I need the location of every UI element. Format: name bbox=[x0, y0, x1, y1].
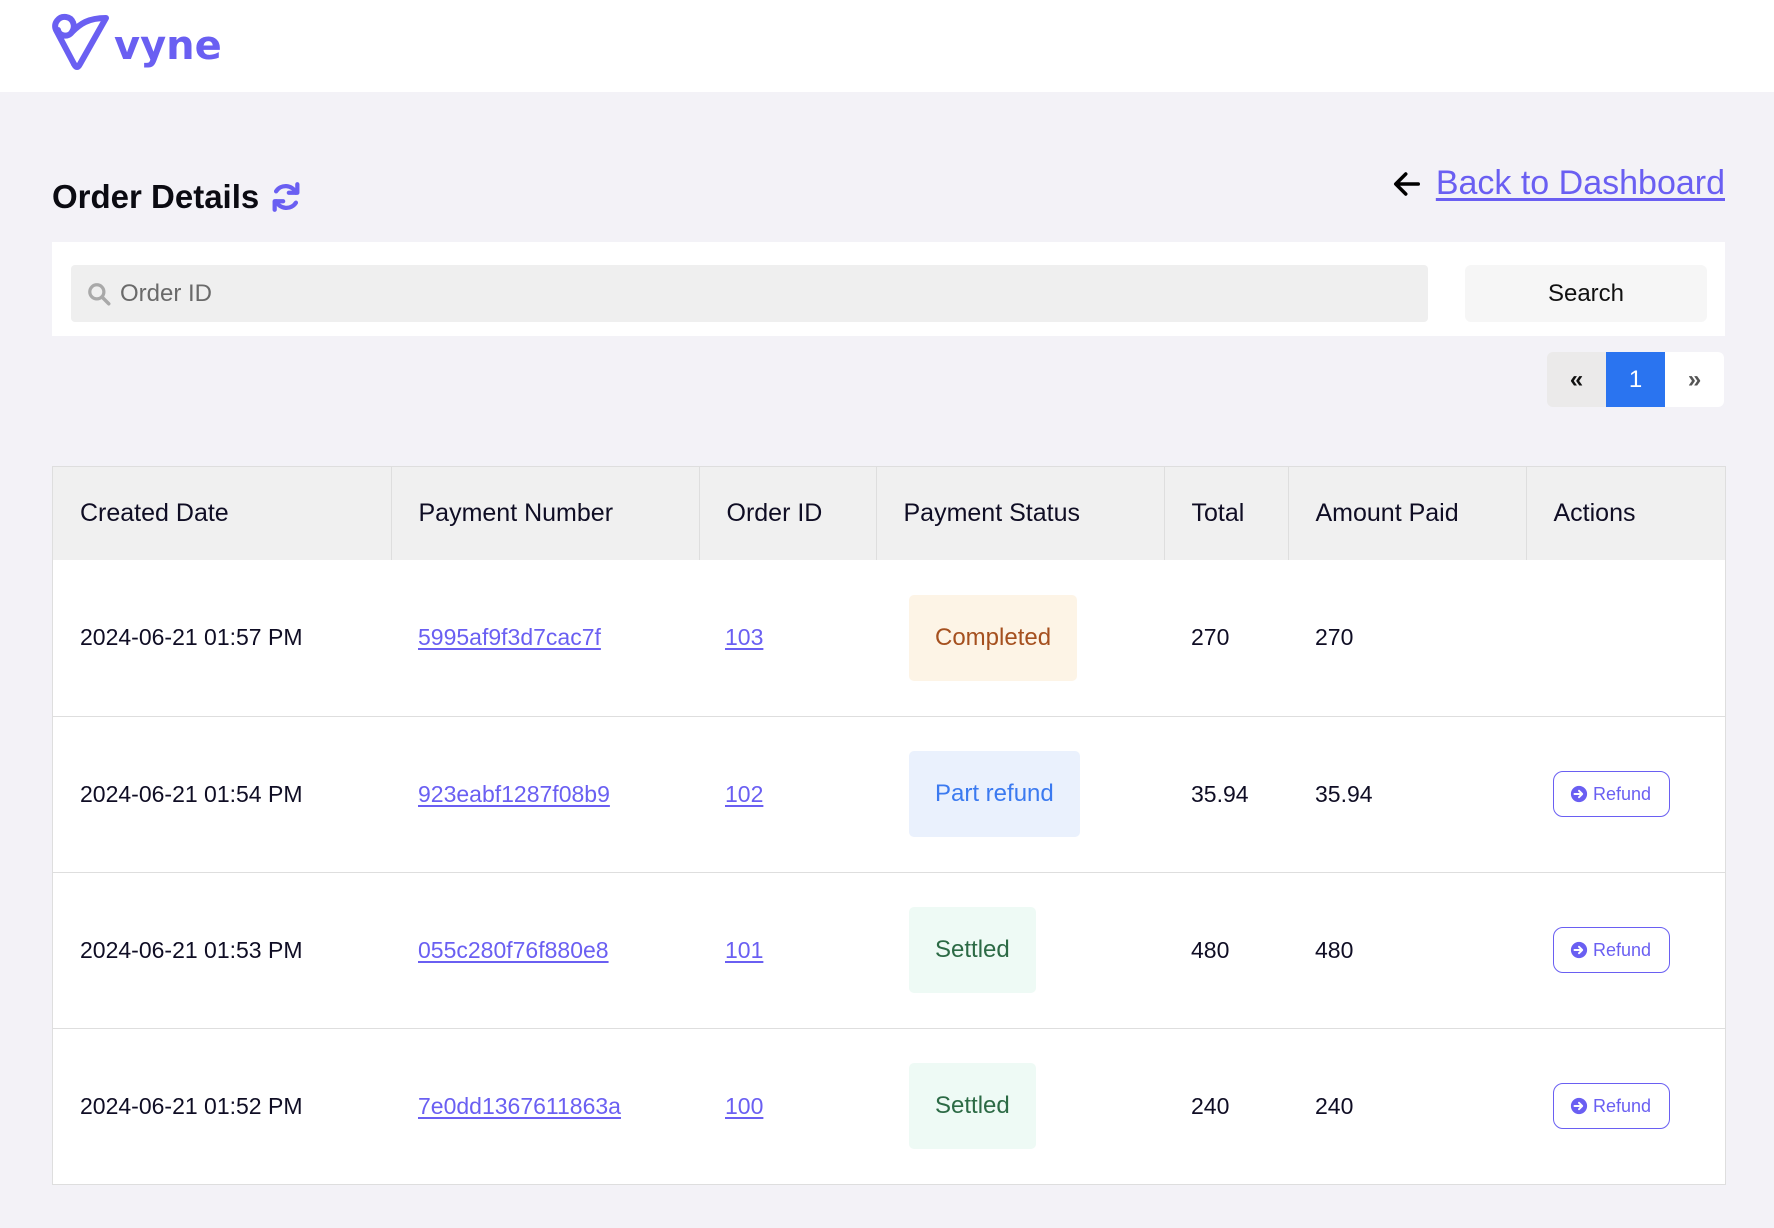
arrow-circle-right-icon bbox=[1570, 1098, 1588, 1115]
refund-button-label: Refund bbox=[1593, 1095, 1652, 1116]
order-id-link[interactable]: 103 bbox=[725, 624, 763, 650]
total-cell: 480 bbox=[1191, 936, 1230, 963]
total-cell: 240 bbox=[1191, 1092, 1230, 1119]
refresh-icon[interactable] bbox=[269, 180, 303, 214]
column-header-payment-number[interactable]: Payment Number bbox=[391, 467, 700, 560]
top-bar: vyne bbox=[0, 0, 1774, 92]
order-id-link[interactable]: 102 bbox=[725, 781, 763, 807]
table-row: 2024-06-21 01:54 PM 923eabf1287f08b9 102… bbox=[53, 716, 1725, 872]
page-title: Order Details bbox=[52, 178, 260, 215]
orders-table: Created Date Payment Number Order ID Pay… bbox=[52, 466, 1726, 1185]
payment-number-link[interactable]: 923eabf1287f08b9 bbox=[418, 781, 610, 807]
order-id-search-input[interactable] bbox=[120, 273, 1400, 314]
payment-number-link[interactable]: 055c280f76f880e8 bbox=[418, 937, 609, 963]
vyne-logo[interactable]: vyne bbox=[50, 12, 222, 72]
refund-button[interactable]: Refund bbox=[1553, 1083, 1671, 1130]
created-date-cell: 2024-06-21 01:54 PM bbox=[80, 780, 303, 807]
created-date-cell: 2024-06-21 01:53 PM bbox=[80, 936, 303, 963]
order-id-link[interactable]: 100 bbox=[725, 1093, 763, 1119]
back-to-dashboard-label: Back to Dashboard bbox=[1435, 164, 1725, 202]
table-header-row: Created Date Payment Number Order ID Pay… bbox=[53, 467, 1725, 560]
status-badge: Settled bbox=[909, 1063, 1036, 1150]
actions-cell bbox=[1526, 560, 1725, 716]
column-header-order-id[interactable]: Order ID bbox=[699, 467, 877, 560]
created-date-cell: 2024-06-21 01:57 PM bbox=[80, 624, 303, 651]
search-button[interactable]: Search bbox=[1465, 265, 1707, 322]
search-icon bbox=[88, 282, 111, 305]
total-cell: 35.94 bbox=[1191, 780, 1249, 807]
pagination-next-button[interactable]: » bbox=[1665, 352, 1724, 407]
column-header-total[interactable]: Total bbox=[1164, 467, 1289, 560]
column-header-created-date[interactable]: Created Date bbox=[53, 467, 392, 560]
status-badge: Part refund bbox=[909, 751, 1080, 837]
created-date-cell: 2024-06-21 01:52 PM bbox=[80, 1092, 303, 1119]
refund-button[interactable]: Refund bbox=[1553, 771, 1671, 817]
table-row: 2024-06-21 01:52 PM 7e0dd1367611863a 100… bbox=[53, 1028, 1725, 1184]
amount-paid-cell: 240 bbox=[1315, 1092, 1354, 1119]
actions-cell: Refund bbox=[1526, 872, 1725, 1028]
table-row: 2024-06-21 01:57 PM 5995af9f3d7cac7f 103… bbox=[53, 560, 1725, 716]
status-badge: Settled bbox=[909, 907, 1036, 993]
payment-number-link[interactable]: 7e0dd1367611863a bbox=[418, 1093, 621, 1119]
arrow-left-icon bbox=[1393, 171, 1420, 196]
arrow-circle-right-icon bbox=[1570, 785, 1588, 803]
refund-button[interactable]: Refund bbox=[1553, 927, 1671, 973]
refund-button-label: Refund bbox=[1593, 939, 1652, 960]
amount-paid-cell: 480 bbox=[1315, 936, 1354, 963]
column-header-actions: Actions bbox=[1553, 499, 1636, 527]
status-badge: Completed bbox=[909, 594, 1078, 681]
back-to-dashboard-link[interactable]: Back to Dashboard bbox=[1392, 164, 1725, 203]
actions-cell: Refund bbox=[1526, 1028, 1725, 1184]
column-header-amount-paid[interactable]: Amount Paid bbox=[1288, 467, 1527, 560]
table-row: 2024-06-21 01:53 PM 055c280f76f880e8 101… bbox=[53, 872, 1725, 1028]
pagination: « 1 » bbox=[1547, 352, 1724, 407]
amount-paid-cell: 35.94 bbox=[1315, 780, 1373, 807]
pagination-prev-button[interactable]: « bbox=[1547, 352, 1606, 407]
refund-button-label: Refund bbox=[1593, 783, 1652, 804]
page-header: Order Details bbox=[52, 178, 303, 216]
pagination-page-1[interactable]: 1 bbox=[1606, 352, 1665, 407]
payment-number-link[interactable]: 5995af9f3d7cac7f bbox=[418, 624, 601, 650]
search-panel: Search bbox=[52, 242, 1725, 336]
brand-name: vyne bbox=[114, 23, 222, 69]
total-cell: 270 bbox=[1191, 624, 1230, 651]
vyne-logo-icon bbox=[52, 13, 109, 70]
order-id-link[interactable]: 101 bbox=[725, 937, 763, 963]
actions-cell: Refund bbox=[1526, 716, 1725, 872]
amount-paid-cell: 270 bbox=[1315, 624, 1354, 651]
arrow-circle-right-icon bbox=[1570, 941, 1588, 959]
search-field[interactable] bbox=[71, 265, 1428, 322]
column-header-payment-status[interactable]: Payment Status bbox=[876, 467, 1165, 560]
